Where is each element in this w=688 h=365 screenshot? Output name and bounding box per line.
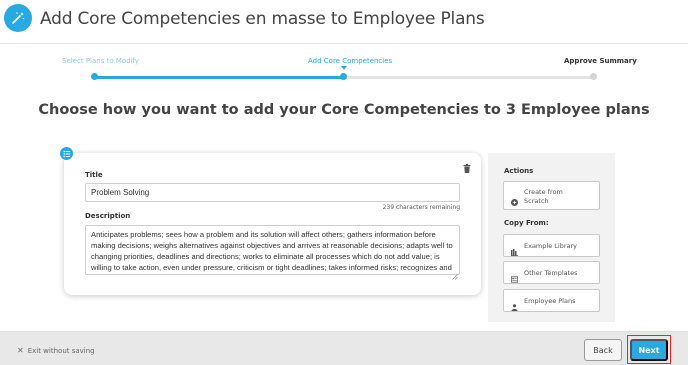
step-progress-fill [94,76,344,79]
description-textarea[interactable]: Anticipates problems; sees how a problem… [85,225,460,275]
progress-stepper: Select Plans to Modify Add Core Competen… [0,44,688,92]
footer-bar: ✕ Exit without saving Back Next [0,331,688,365]
exit-label: Exit without saving [27,346,95,355]
resize-handle-icon[interactable] [452,267,458,280]
actions-heading: Actions [504,167,534,175]
exit-without-saving-link[interactable]: ✕ Exit without saving [17,346,95,355]
characters-remaining: 239 characters remaining [382,204,460,211]
step-dot-current [340,73,347,80]
trash-icon[interactable] [463,160,471,173]
other-templates-button[interactable]: Other Templates [503,261,600,284]
person-icon [511,298,518,311]
title-input[interactable] [85,183,460,202]
create-from-scratch-button[interactable]: Create from Scratch [503,181,600,210]
example-library-label: Example Library [524,242,577,250]
plus-circle-icon [511,193,518,206]
template-icon [510,270,519,283]
current-step-caret-icon [341,66,347,70]
magic-wand-icon [4,4,32,32]
description-label: Description [85,212,131,220]
other-templates-label: Other Templates [524,269,578,277]
step-add-core-competencies: Add Core Competencies [308,57,393,65]
step-dot-completed [91,73,98,80]
step-approve-summary: Approve Summary [564,57,637,65]
step-dot-upcoming [590,73,597,80]
next-button[interactable]: Next [630,339,668,361]
instruction-heading: Choose how you want to add your Core Com… [38,102,650,118]
close-icon: ✕ [17,346,24,355]
step-select-plans[interactable]: Select Plans to Modify [62,57,139,65]
page-title: Add Core Competencies en masse to Employ… [40,9,485,29]
employee-plans-button[interactable]: Employee Plans [503,289,600,312]
employee-plans-label: Employee Plans [524,297,576,305]
example-library-button[interactable]: Example Library [503,234,600,257]
title-label: Title [85,171,103,179]
page-header: Add Core Competencies en masse to Employ… [0,0,688,44]
create-from-scratch-label: Create from Scratch [524,188,563,205]
list-icon [60,147,73,160]
back-button[interactable]: Back [584,339,622,361]
library-icon [511,243,518,256]
copy-from-heading: Copy From: [504,219,549,227]
